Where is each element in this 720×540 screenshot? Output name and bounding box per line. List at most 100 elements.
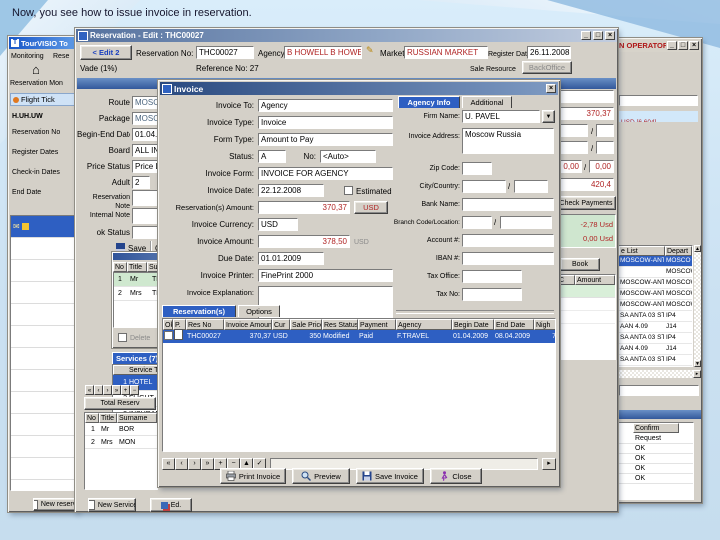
invoice-address-field[interactable]: Moscow Russia: [462, 128, 554, 154]
column-header-begin-date[interactable]: Begin Date: [452, 319, 494, 330]
invoice-type-field[interactable]: Invoice: [258, 116, 393, 129]
column-header-res-status[interactable]: Res Status: [322, 319, 358, 330]
invoice-to-field[interactable]: Agency: [258, 99, 393, 112]
record-navigator-small[interactable]: «‹ ›» + −: [85, 385, 139, 395]
new-reserve-button[interactable]: New reserve: [33, 498, 77, 511]
account-field[interactable]: [462, 234, 554, 247]
amount-420-field[interactable]: 420,4: [558, 178, 614, 191]
table-row[interactable]: MOSCOW-ANTAL MOSCOW: [619, 278, 692, 289]
table-row[interactable]: MOSCOW-ANTA MOSCOW: [619, 289, 692, 300]
column-header-invoice-amount[interactable]: Invoice Amount: [224, 319, 272, 330]
amount-field-1[interactable]: [558, 90, 614, 103]
table-row[interactable]: SA ANTA 03 ST IP4: [619, 311, 692, 322]
column-header-nights[interactable]: Nigh: [534, 319, 555, 330]
minimize-icon[interactable]: _: [581, 31, 591, 40]
ok-checkbox[interactable]: ✓: [164, 331, 173, 340]
column-header-list[interactable]: e List: [619, 246, 665, 256]
form-type-field[interactable]: Amount to Pay: [258, 133, 393, 146]
column-header-res-no[interactable]: Res No: [186, 319, 224, 330]
split-field-2b[interactable]: [596, 141, 614, 154]
tab-options[interactable]: Options: [238, 305, 280, 317]
reservation-titlebar[interactable]: Reservation - Edit : THC00027 _ □ ×: [76, 29, 617, 42]
reservation-no-field[interactable]: THC00027: [196, 46, 254, 59]
register-date-field[interactable]: 26.11.2008: [527, 46, 571, 59]
adult-field[interactable]: 2: [132, 176, 150, 189]
split-field-1a[interactable]: [558, 124, 588, 137]
paid-amount-field-2[interactable]: 0,00: [589, 160, 614, 173]
invoice-titlebar[interactable]: Invoice ×: [160, 82, 558, 95]
branch-location-field[interactable]: [500, 216, 552, 229]
table-row[interactable]: MOSCOW-ANTA MOSCOW: [619, 300, 692, 311]
tab-reservations[interactable]: Reservation(s): [162, 305, 236, 317]
table-row[interactable]: 2 Mrs MON: [85, 436, 157, 449]
departure-rows[interactable]: MOSCOW-ANTA MOSCO MOSCOW MOSCOW-ANTAL MO…: [619, 256, 692, 367]
estimated-checkbox[interactable]: [344, 186, 353, 195]
column-header-end-date[interactable]: End Date: [494, 319, 534, 330]
menu-monitoring[interactable]: Monitoring: [11, 52, 49, 61]
column-header-no[interactable]: No: [113, 262, 127, 272]
split-field-2a[interactable]: [558, 141, 588, 154]
table-row[interactable]: AAN 4.09 J14: [619, 322, 692, 333]
monitor-grid-selected-row[interactable]: ✉: [11, 216, 75, 237]
zip-code-field[interactable]: [462, 162, 492, 175]
sidebar-item-reservation-monitor[interactable]: Reservation Mon: [10, 79, 76, 88]
new-service-button[interactable]: New Service: [88, 498, 136, 512]
book-button[interactable]: Book: [560, 258, 600, 271]
confirm-grid[interactable]: Confirm Request OK OK OK OK: [618, 422, 694, 500]
maximize-icon[interactable]: □: [678, 41, 688, 50]
column-header-payment[interactable]: Payment: [358, 319, 396, 330]
tab-agency-info[interactable]: Agency Info: [398, 96, 460, 108]
tourvisio-titlebar[interactable]: T TourVISIO To: [9, 37, 77, 49]
firm-name-field[interactable]: U. PAVEL: [462, 110, 540, 123]
operator-titlebar[interactable]: N OPERATOR _ □ ×: [617, 39, 701, 52]
invoice-date-field[interactable]: 22.12.2008: [258, 184, 324, 197]
market-field[interactable]: RUSSIAN MARKET: [404, 46, 488, 59]
operator-field[interactable]: [619, 95, 698, 106]
agency-field[interactable]: B HOWELL B HOWELL: [284, 46, 362, 59]
close-icon[interactable]: ×: [605, 31, 615, 40]
table-row[interactable]: AAN 4.09 J14: [619, 366, 692, 367]
preview-button[interactable]: Preview: [292, 468, 350, 484]
close-icon[interactable]: ×: [689, 41, 699, 50]
delete-checkbox[interactable]: [118, 333, 127, 342]
mini-grid-row[interactable]: [557, 298, 615, 311]
confirm-rows[interactable]: Request OK OK OK OK: [619, 434, 693, 484]
monitor-grid[interactable]: ✉: [10, 215, 76, 491]
due-date-field[interactable]: 01.01.2009: [258, 252, 324, 265]
split-field-1b[interactable]: [596, 124, 614, 137]
print-invoice-button[interactable]: Print Invoice: [220, 468, 286, 484]
traveller-rows[interactable]: 1 Mr BOR 2 Mrs MON: [85, 423, 157, 449]
table-row[interactable]: OK: [619, 464, 693, 474]
operator-input[interactable]: [619, 385, 699, 396]
scroll-right-button[interactable]: ▸: [542, 458, 556, 470]
save-invoice-button[interactable]: Save Invoice: [356, 468, 424, 484]
menu-reservation[interactable]: Rese: [53, 52, 75, 61]
reservations-amount-field[interactable]: 370,37: [258, 201, 350, 214]
payments-mini-grid[interactable]: C Amount: [556, 274, 616, 360]
column-header-ok[interactable]: Ok: [163, 319, 173, 330]
table-row[interactable]: SA ANTA 03 ST IP4: [619, 355, 692, 366]
table-row[interactable]: Request: [619, 434, 693, 444]
column-header-no[interactable]: No: [85, 413, 99, 423]
invoice-amount-field[interactable]: 378,50: [258, 235, 350, 248]
check-payments-button[interactable]: Check Payments: [556, 196, 616, 210]
pencil-icon[interactable]: ✎: [366, 45, 374, 56]
table-row[interactable]: MOSCOW: [619, 267, 692, 278]
home-icon[interactable]: ⌂: [32, 63, 40, 76]
invoice-printer-field[interactable]: FinePrint 2000: [258, 269, 393, 282]
tab-additional[interactable]: Additional: [462, 96, 512, 108]
table-row[interactable]: MOSCOW-ANTA MOSCO: [619, 256, 692, 267]
column-header-title[interactable]: Title: [99, 413, 117, 423]
column-header-confirm[interactable]: Confirm: [633, 423, 679, 433]
column-header-agency[interactable]: Agency: [396, 319, 452, 330]
close-icon[interactable]: ×: [546, 84, 556, 93]
status-field[interactable]: A: [258, 150, 286, 163]
iban-field[interactable]: [462, 252, 554, 265]
table-row[interactable]: 1 Mr BOR: [85, 423, 157, 436]
table-row[interactable]: OK: [619, 454, 693, 464]
table-row[interactable]: OK: [619, 444, 693, 454]
column-header-cur[interactable]: Cur: [272, 319, 290, 330]
column-header-title[interactable]: Title: [127, 262, 147, 272]
tax-office-field[interactable]: [462, 270, 522, 283]
country-field[interactable]: [514, 180, 548, 193]
